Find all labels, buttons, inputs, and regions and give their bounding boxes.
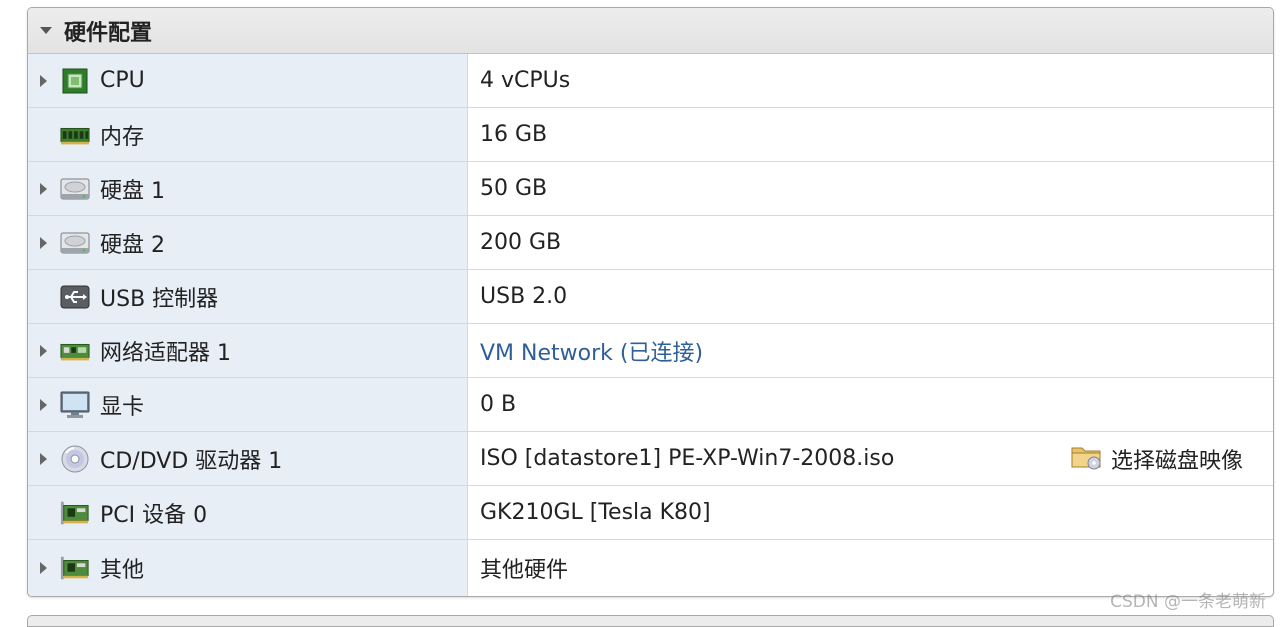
row-value-cell: GK210GL [Tesla K80] [468,486,1273,539]
row-value: USB 2.0 [480,284,567,309]
select-disk-image-button[interactable]: 选择磁盘映像 [1071,432,1243,485]
usb-icon [60,284,90,310]
row-value-cell: 4 vCPUs [468,54,1273,107]
expand-icon[interactable] [40,558,60,578]
row-usb-controller: USB 控制器 USB 2.0 [28,270,1273,324]
row-value-cell: VM Network (已连接) [468,324,1273,377]
row-value: 50 GB [480,176,547,201]
pci-device-icon [60,500,90,526]
row-label: USB 控制器 [100,281,218,313]
row-label: 显卡 [100,389,144,421]
row-label-cell: 硬盘 2 [28,216,468,269]
row-label-cell: 显卡 [28,378,468,431]
row-label: CD/DVD 驱动器 1 [100,443,282,475]
section-title: 硬件配置 [64,15,152,47]
hard-disk-icon [60,230,90,256]
monitor-icon [60,392,90,418]
expand-icon[interactable] [40,395,60,415]
row-label: 硬盘 1 [100,173,165,205]
watermark: CSDN @一条老萌新 [1110,587,1266,612]
cpu-icon [60,68,90,94]
expand-icon[interactable] [40,341,60,361]
row-label-cell: 其他 [28,540,468,596]
section-header[interactable]: 硬件配置 [28,8,1273,54]
row-label-cell: 内存 [28,108,468,161]
row-value: 16 GB [480,122,547,147]
row-cpu: CPU 4 vCPUs [28,54,1273,108]
row-label-cell: PCI 设备 0 [28,486,468,539]
row-value-cell: 0 B [468,378,1273,431]
cd-dvd-icon [60,446,90,472]
network-adapter-icon [60,338,90,364]
row-hard-disk-2: 硬盘 2 200 GB [28,216,1273,270]
row-value: 200 GB [480,230,561,255]
row-value: ISO [datastore1] PE-XP-Win7-2008.iso [480,446,894,471]
row-value: GK210GL [Tesla K80] [480,500,711,525]
hard-disk-icon [60,176,90,202]
expander-spacer [40,287,60,307]
row-label-cell: CD/DVD 驱动器 1 [28,432,468,485]
row-pci-device-0: PCI 设备 0 GK210GL [Tesla K80] [28,486,1273,540]
memory-icon [60,122,90,148]
row-value: 4 vCPUs [480,68,570,93]
network-link[interactable]: VM Network (已连接) [480,335,703,367]
row-value-cell: 16 GB [468,108,1273,161]
expander-spacer [40,503,60,523]
folder-disc-icon [1071,442,1103,475]
row-value-cell: ISO [datastore1] PE-XP-Win7-2008.iso 选择磁… [468,432,1273,485]
row-value-cell: 50 GB [468,162,1273,215]
row-label: 网络适配器 1 [100,335,231,367]
expand-icon[interactable] [40,71,60,91]
row-value-cell: 200 GB [468,216,1273,269]
row-label: CPU [100,68,145,93]
row-network-adapter-1: 网络适配器 1 VM Network (已连接) [28,324,1273,378]
row-other: 其他 其他硬件 [28,540,1273,596]
row-label: PCI 设备 0 [100,497,207,529]
expander-spacer [40,125,60,145]
row-label-cell: 硬盘 1 [28,162,468,215]
row-label: 硬盘 2 [100,227,165,259]
row-hard-disk-1: 硬盘 1 50 GB [28,162,1273,216]
row-label-cell: CPU [28,54,468,107]
expand-icon[interactable] [40,233,60,253]
select-disk-image-label: 选择磁盘映像 [1111,443,1243,475]
row-label-cell: USB 控制器 [28,270,468,323]
row-memory: 内存 16 GB [28,108,1273,162]
row-value-cell: USB 2.0 [468,270,1273,323]
expand-icon[interactable] [40,449,60,469]
row-video-card: 显卡 0 B [28,378,1273,432]
collapse-icon[interactable] [40,27,52,34]
hardware-config-panel: 硬件配置 CPU 4 vCPUs [27,7,1274,597]
pci-device-icon [60,555,90,581]
row-cd-dvd-drive-1: CD/DVD 驱动器 1 ISO [datastore1] PE-XP-Win7… [28,432,1273,486]
row-value: 0 B [480,392,516,417]
expand-icon[interactable] [40,179,60,199]
row-label-cell: 网络适配器 1 [28,324,468,377]
row-label: 其他 [100,552,144,584]
next-panel-edge [27,615,1274,627]
row-label: 内存 [100,119,144,151]
row-value: 其他硬件 [480,552,568,584]
